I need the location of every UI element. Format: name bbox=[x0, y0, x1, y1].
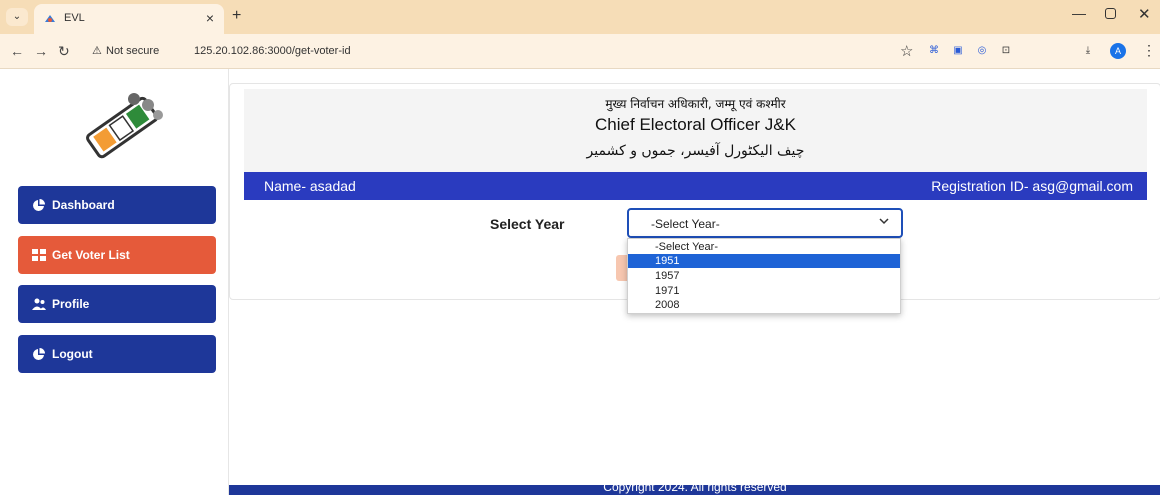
browser-tab-bar: ⌄ EVL × + — ✕ bbox=[0, 0, 1160, 34]
browser-toolbar: ← → ↻ ⚠ Not secure 125.20.102.86:3000/ge… bbox=[0, 34, 1160, 69]
sidebar-item-label: Dashboard bbox=[52, 198, 115, 212]
sidebar-item-get-voter-list[interactable]: Get Voter List bbox=[18, 236, 216, 274]
screenshot-icon[interactable]: ◎ bbox=[976, 45, 988, 57]
eci-logo bbox=[86, 93, 163, 159]
pie-chart-icon bbox=[33, 199, 45, 211]
sidebar-item-dashboard[interactable]: Dashboard bbox=[18, 186, 216, 224]
registration-id: Registration ID- asg@gmail.com bbox=[931, 178, 1133, 194]
reload-icon[interactable]: ↻ bbox=[58, 43, 70, 60]
download-icon[interactable]: ⤓ bbox=[1082, 45, 1094, 57]
address-bar[interactable]: ⚠ Not secure 125.20.102.86:3000/get-vote… bbox=[80, 39, 892, 63]
sidebar-item-logout[interactable]: Logout bbox=[18, 335, 216, 373]
tab-title: EVL bbox=[64, 12, 85, 24]
sidebar-item-label: Profile bbox=[52, 297, 90, 311]
year-option[interactable]: 1951 bbox=[628, 254, 900, 268]
profile-avatar[interactable]: A bbox=[1110, 43, 1126, 59]
extension-icon[interactable]: ⌘ bbox=[928, 45, 940, 57]
window-close-icon[interactable]: ✕ bbox=[1138, 5, 1151, 23]
users-icon bbox=[32, 298, 46, 310]
tab-close-icon[interactable]: × bbox=[206, 10, 214, 26]
year-option[interactable]: 1971 bbox=[628, 284, 900, 298]
sidebar: Dashboard Get Voter List Profile Logout bbox=[0, 69, 228, 495]
cast-icon[interactable]: ▣ bbox=[952, 45, 964, 57]
site-favicon-icon bbox=[45, 15, 55, 22]
select-year-label: Select Year bbox=[490, 216, 565, 232]
sidebar-item-profile[interactable]: Profile bbox=[18, 285, 216, 323]
header-english: Chief Electoral Officer J&K bbox=[595, 115, 796, 134]
page: Dashboard Get Voter List Profile Logout bbox=[0, 69, 1160, 495]
minimize-icon[interactable]: — bbox=[1072, 5, 1086, 21]
header-banner: मुख्य निर्वाचन अधिकारी, जम्मू एवं कश्मीर… bbox=[244, 89, 1147, 175]
year-option[interactable]: 2008 bbox=[628, 298, 900, 312]
back-icon[interactable]: ← bbox=[10, 43, 24, 59]
not-secure-label[interactable]: Not secure bbox=[106, 45, 159, 57]
bookmark-star-icon[interactable]: ☆ bbox=[900, 42, 913, 60]
year-select-value: -Select Year- bbox=[651, 217, 720, 231]
grid-icon bbox=[32, 249, 46, 261]
user-info-bar: Name- asadad Registration ID- asg@gmail.… bbox=[244, 172, 1147, 200]
pie-chart-icon bbox=[33, 348, 45, 360]
footer: Copyright 2024. All rights reserved bbox=[229, 485, 1160, 495]
sidebar-item-label: Logout bbox=[52, 347, 93, 361]
puzzle-icon[interactable]: ⊡ bbox=[1000, 45, 1012, 57]
sidebar-item-label: Get Voter List bbox=[52, 248, 130, 262]
tab-search-button[interactable]: ⌄ bbox=[6, 8, 28, 26]
year-option[interactable]: 1957 bbox=[628, 269, 900, 283]
footer-text: Copyright 2024. All rights reserved bbox=[603, 485, 787, 494]
year-option[interactable]: -Select Year- bbox=[628, 240, 900, 254]
restore-icon[interactable] bbox=[1105, 8, 1116, 19]
browser-tab[interactable]: EVL × bbox=[34, 4, 224, 34]
warning-icon[interactable]: ⚠ bbox=[92, 44, 102, 57]
forward-icon[interactable]: → bbox=[34, 43, 48, 59]
url-text[interactable]: 125.20.102.86:3000/get-voter-id bbox=[194, 45, 351, 57]
header-urdu: چیف الیکٹورل آفیسر، جموں و کشمیر bbox=[586, 143, 805, 159]
header-hindi: मुख्य निर्वाचन अधिकारी, जम्मू एवं कश्मीर bbox=[605, 97, 786, 111]
year-dropdown-list: -Select Year- 1951 1957 1971 2008 bbox=[627, 238, 901, 314]
year-select[interactable]: -Select Year- bbox=[627, 208, 903, 238]
chevron-down-icon bbox=[879, 218, 889, 225]
new-tab-button[interactable]: + bbox=[232, 7, 241, 25]
user-name: Name- asadad bbox=[264, 178, 356, 194]
browser-menu-icon[interactable]: ⋮ bbox=[1142, 42, 1156, 59]
